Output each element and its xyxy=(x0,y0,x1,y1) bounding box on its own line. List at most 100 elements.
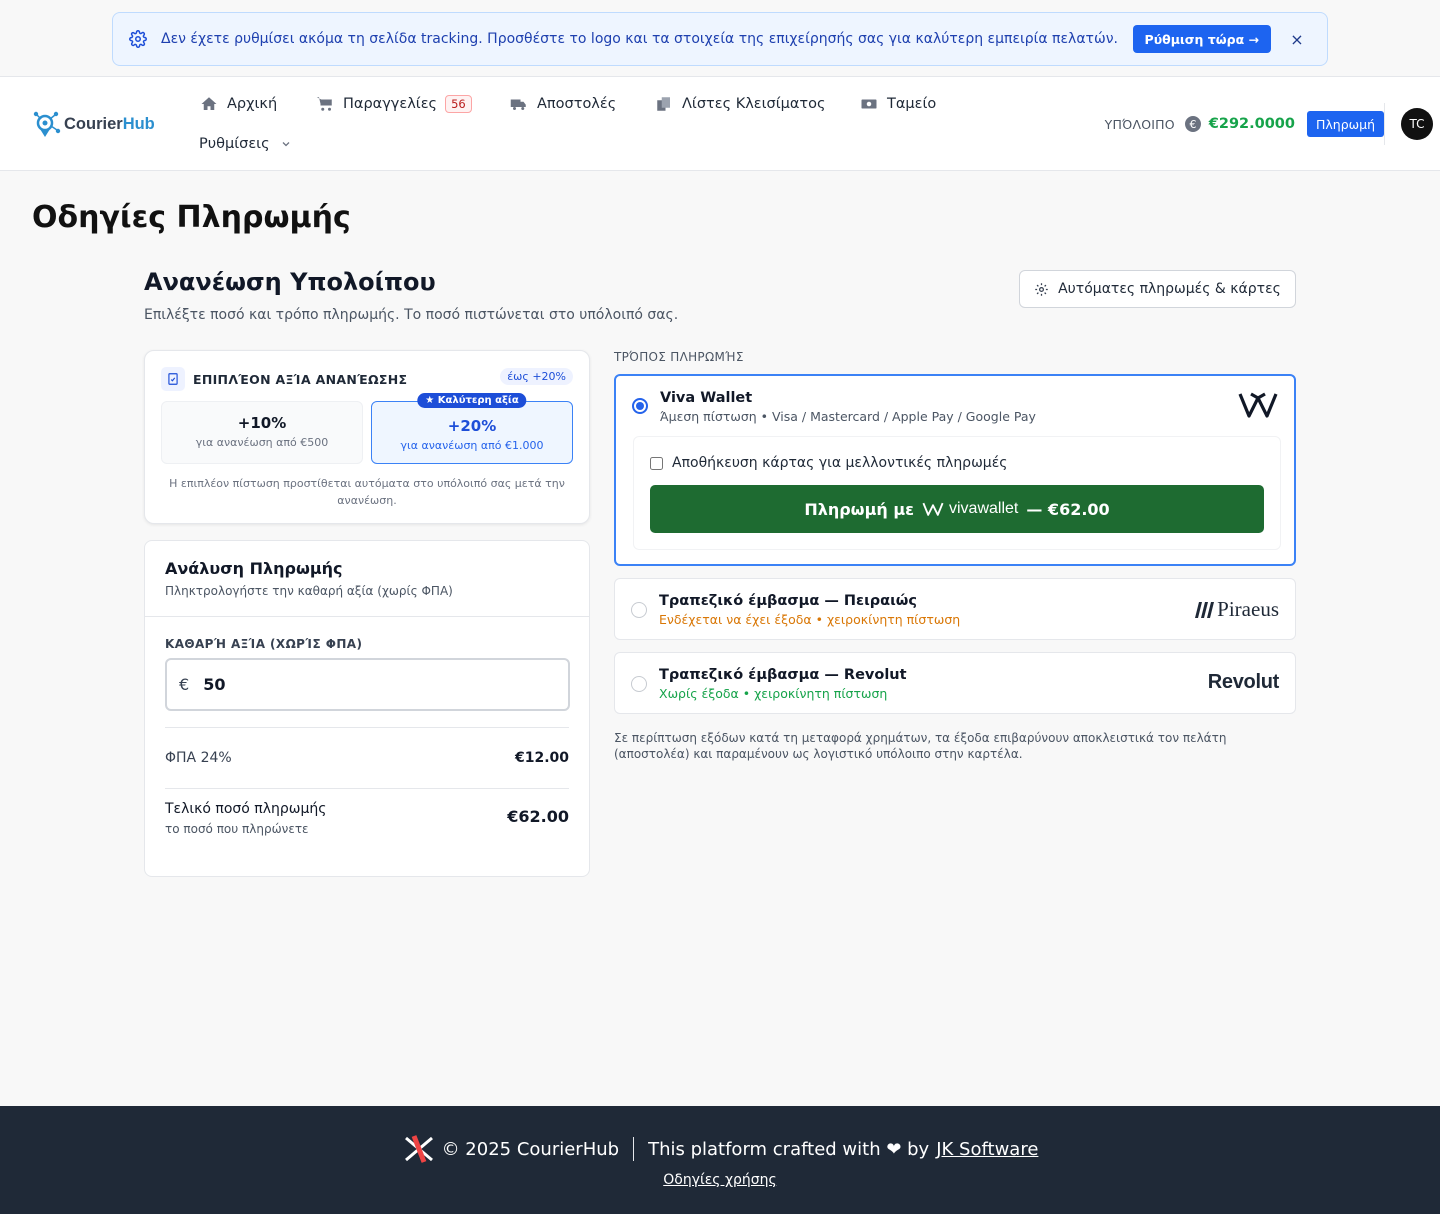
transfer-disclaimer: Σε περίπτωση εξόδων κατά τη μεταφορά χρη… xyxy=(614,731,1227,761)
tier-percent: +20% xyxy=(447,417,497,435)
tracking-banner: Δεν έχετε ρυθμίσει ακόμα τη σελίδα track… xyxy=(112,12,1328,66)
pay-with-viva-button[interactable]: Πληρωμή με vivawallet — €62.00 xyxy=(650,485,1264,533)
piraeus-title: Τραπεζικό έμβασμα — Πειραιώς xyxy=(659,593,917,609)
nav-settings-label: Ρυθμίσεις xyxy=(199,136,270,152)
nav-closing-lists[interactable]: Λίστες Κλεισίματος xyxy=(655,92,826,116)
auto-payments-label: Αυτόματες πληρωμές & κάρτες xyxy=(1058,281,1281,297)
nav-orders-label: Παραγγελίες xyxy=(343,96,438,112)
tier-percent: +10% xyxy=(237,414,287,432)
bonus-tag: έως +20% xyxy=(500,368,573,385)
save-card-option[interactable]: Αποθήκευση κάρτας για μελλοντικές πληρωμ… xyxy=(650,455,1008,471)
viva-radio[interactable] xyxy=(632,398,648,414)
viva-mark-icon xyxy=(922,502,944,516)
tier-condition: για ανανέωση από €1.000 xyxy=(400,439,544,452)
balance-pay-button[interactable]: Πληρωμή xyxy=(1307,111,1384,137)
brand-name: CourierHub xyxy=(64,114,155,133)
divider xyxy=(145,616,589,617)
documents-icon xyxy=(657,97,670,111)
bonus-title: ΕΠΙΠΛΈΟΝ ΑΞΊΑ ΑΝΑΝΈΩΣΗΣ xyxy=(193,371,408,387)
piraeus-radio[interactable] xyxy=(631,602,647,618)
euro-coin-icon: € xyxy=(1184,116,1201,132)
bonus-note: Η επιπλέον πίστωση προστίθεται αυτόματα … xyxy=(169,477,565,507)
banner-area: Δεν έχετε ρυθμίσει ακόμα τη σελίδα track… xyxy=(0,0,1440,77)
net-amount-field[interactable]: € xyxy=(165,658,570,711)
divider xyxy=(165,788,569,789)
banner-text: Δεν έχετε ρυθμίσει ακόμα τη σελίδα track… xyxy=(161,31,1118,47)
footer-separator xyxy=(633,1137,635,1161)
topup-subtitle: Επιλέξτε ποσό και τρόπο πληρωμής. Το ποσ… xyxy=(144,307,679,323)
breakdown-subtitle: Πληκτρολογήστε την καθαρή αξία (χωρίς ΦΠ… xyxy=(165,584,453,598)
cash-icon xyxy=(861,99,877,109)
save-card-label: Αποθήκευση κάρτας για μελλοντικές πληρωμ… xyxy=(672,455,1008,471)
courier-logo-icon xyxy=(33,111,61,137)
piraeus-logo: Piraeus xyxy=(1195,597,1279,622)
nav-orders[interactable]: Παραγγελίες 56 xyxy=(316,92,472,116)
bonus-tier-10[interactable]: +10% για ανανέωση από €500 xyxy=(161,401,363,464)
jk-software-logo-icon xyxy=(404,1135,433,1163)
jk-software-link[interactable]: JK Software xyxy=(936,1139,1038,1160)
net-amount-input[interactable] xyxy=(203,675,504,694)
svg-text:€: € xyxy=(1189,118,1196,131)
orders-count-badge: 56 xyxy=(445,95,472,113)
truck-icon xyxy=(510,99,526,110)
brand-logo[interactable]: CourierHub xyxy=(32,109,155,139)
save-card-checkbox[interactable] xyxy=(650,456,663,470)
nav-cashier-label: Ταμείο xyxy=(887,96,937,112)
balance-amount: €292.0000 xyxy=(1208,116,1295,132)
nav-closing-lists-label: Λίστες Κλεισίματος xyxy=(682,96,826,112)
vivawallet-brand: vivawallet xyxy=(922,500,1018,518)
total-value: €62.00 xyxy=(507,807,569,826)
topup-title: Ανανέωση Υπολοίπου xyxy=(144,268,436,296)
pay-prefix: Πληρωμή με xyxy=(804,499,914,519)
method-revolut-transfer[interactable]: Τραπεζικό έμβασμα — Revolut Χωρίς έξοδα … xyxy=(614,652,1296,714)
cart-icon xyxy=(316,97,332,111)
close-icon[interactable]: × xyxy=(1289,30,1305,49)
receipt-icon xyxy=(161,367,185,391)
net-amount-label: ΚΑΘΑΡΉ ΑΞΊΑ (ΧΩΡΊΣ ΦΠΑ) xyxy=(165,637,363,651)
footer-crafted: This platform crafted with ❤ by xyxy=(648,1138,930,1160)
nav-settings[interactable]: Ρυθμίσεις xyxy=(199,132,292,156)
viva-title: Viva Wallet xyxy=(660,390,753,406)
tier-condition: για ανανέωση από €500 xyxy=(195,436,329,449)
home-icon xyxy=(201,97,217,110)
nav-cashier[interactable]: Ταμείο xyxy=(860,92,936,116)
revolut-subtitle: Χωρίς έξοδα • χειροκίνητη πίστωση xyxy=(659,686,888,701)
footer: © 2025 CourierHub This platform crafted … xyxy=(0,1106,1440,1214)
bonus-tier-20[interactable]: ★ Καλύτερη αξία +20% για ανανέωση από €1… xyxy=(371,393,573,464)
piraeus-stripes-icon xyxy=(1195,601,1215,618)
user-guide-link[interactable]: Οδηγίες χρήσης xyxy=(0,1172,1440,1188)
best-value-badge: ★ Καλύτερη αξία xyxy=(417,393,527,408)
divider xyxy=(165,727,569,728)
piraeus-logo-text: Piraeus xyxy=(1217,597,1279,621)
method-piraeus-transfer[interactable]: Τραπεζικό έμβασμα — Πειραιώς Ενδέχεται ν… xyxy=(614,578,1296,640)
page-title: Οδηγίες Πληρωμής xyxy=(32,200,351,235)
footer-copyright: © 2025 CourierHub xyxy=(441,1138,620,1160)
nav-shipments[interactable]: Αποστολές xyxy=(510,92,616,116)
payment-method-label: ΤΡΌΠΟΣ ΠΛΗΡΩΜΉΣ xyxy=(614,350,744,364)
nav-shipments-label: Αποστολές xyxy=(537,96,617,112)
user-avatar[interactable]: TC xyxy=(1401,108,1433,140)
vivawallet-text: vivawallet xyxy=(949,500,1019,517)
revolut-radio[interactable] xyxy=(631,676,647,692)
payment-breakdown-card: Ανάλυση Πληρωμής Πληκτρολογήστε την καθα… xyxy=(144,540,590,877)
pay-amount: — €62.00 xyxy=(1026,499,1110,519)
navbar-divider xyxy=(1384,103,1385,145)
viva-subtitle: Άμεση πίστωση • Visa / Mastercard / Appl… xyxy=(660,409,1036,424)
total-sublabel: το ποσό που πληρώνετε xyxy=(165,822,309,836)
vat-value: €12.00 xyxy=(514,750,569,766)
balance-box: ΥΠΌΛΟΙΠΟ € €292.0000 Πληρωμή xyxy=(1105,110,1384,138)
navbar: CourierHub Αρχική Παραγγελίες 56 Αποστολ… xyxy=(0,77,1440,171)
viva-details-panel: Αποθήκευση κάρτας για μελλοντικές πληρωμ… xyxy=(633,436,1281,550)
gear-icon xyxy=(129,30,147,48)
total-label: Τελικό ποσό πληρωμής xyxy=(165,801,327,817)
piraeus-subtitle: Ενδέχεται να έχει έξοδα • χειροκίνητη πί… xyxy=(659,612,961,627)
nav-home-label: Αρχική xyxy=(227,96,278,112)
auto-payments-button[interactable]: Αυτόματες πληρωμές & κάρτες xyxy=(1019,270,1296,308)
method-viva-wallet[interactable]: Viva Wallet Άμεση πίστωση • Visa / Maste… xyxy=(614,374,1296,566)
revolut-title: Τραπεζικό έμβασμα — Revolut xyxy=(659,667,907,683)
nav-home[interactable]: Αρχική xyxy=(200,92,277,116)
bonus-card: ΕΠΙΠΛΈΟΝ ΑΞΊΑ ΑΝΑΝΈΩΣΗΣ έως +20% +10% γι… xyxy=(144,350,590,524)
setup-now-button[interactable]: Ρύθμιση τώρα → xyxy=(1132,25,1271,53)
chevron-down-icon xyxy=(282,142,290,147)
revolut-logo: Revolut xyxy=(1207,671,1280,693)
